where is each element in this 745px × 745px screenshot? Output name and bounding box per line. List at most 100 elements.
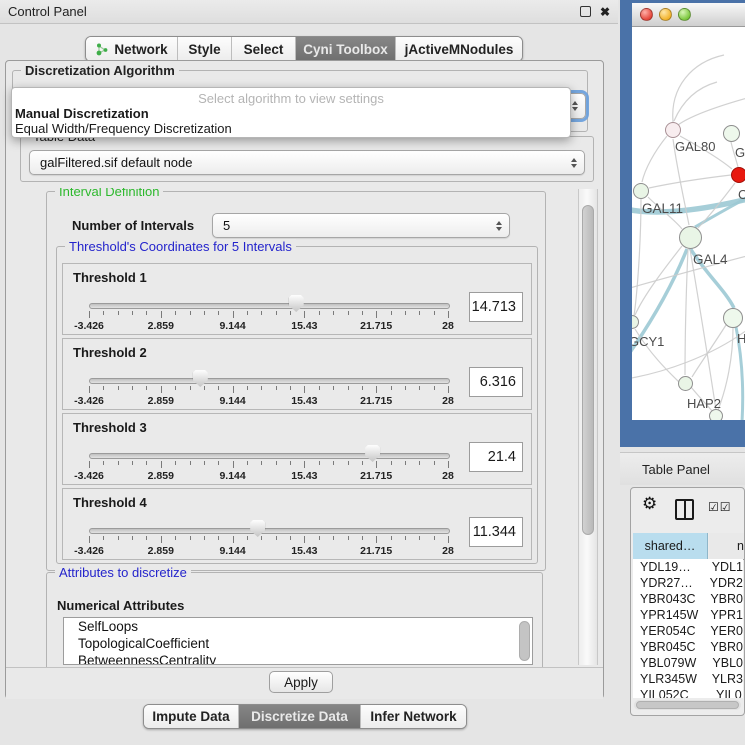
table-hscrollbar[interactable]: [634, 700, 741, 710]
cell-name: YPR1: [702, 607, 743, 623]
threshold-value-field[interactable]: 6.316: [469, 367, 523, 397]
settings-scrollbar[interactable]: [578, 189, 598, 665]
network-node[interactable]: [679, 226, 702, 249]
table-row[interactable]: YDL19…YDL1: [633, 559, 743, 575]
slider-tick-label: 21.715: [360, 395, 392, 407]
tab-jactivemnodules[interactable]: jActiveMNodules: [396, 37, 522, 61]
tab-style[interactable]: Style: [178, 37, 232, 61]
attribute-list-item[interactable]: TopologicalCoefficient: [64, 635, 532, 652]
slider-tick: [391, 311, 392, 315]
tab-impute-data[interactable]: Impute Data: [144, 705, 239, 728]
tab-infer-network[interactable]: Infer Network: [361, 705, 466, 728]
threshold-label: Threshold 3: [73, 420, 147, 435]
combo-arrows-icon: [496, 221, 502, 231]
threshold-slider-track[interactable]: [89, 453, 450, 459]
network-window-titlebar[interactable]: [632, 3, 745, 27]
network-canvas[interactable]: GAL80GACGAL11GAL4HGCY1HAP2: [632, 27, 745, 420]
select-columns-checkboxes-icon[interactable]: ☑☑: [708, 500, 732, 514]
slider-tick-label: 9.144: [219, 470, 245, 482]
slider-tick: [362, 461, 363, 465]
slider-tick: [276, 461, 277, 465]
slider-tick-label: 9.144: [219, 320, 245, 332]
slider-tick: [103, 311, 104, 315]
cell-shared-name: YBR045C: [633, 639, 702, 655]
slider-tick: [103, 386, 104, 390]
node-label: GCY1: [632, 334, 664, 349]
table-hscrollbar-thumb[interactable]: [636, 701, 739, 709]
tab-select[interactable]: Select: [232, 37, 296, 61]
network-node[interactable]: [678, 376, 693, 391]
attribute-list-item[interactable]: SelfLoops: [64, 618, 532, 635]
gear-icon[interactable]: ⚙: [642, 495, 657, 512]
node-label: H: [737, 331, 745, 346]
table-row[interactable]: YBR043CYBR0: [633, 591, 743, 607]
list-scrollbar-thumb[interactable]: [519, 621, 530, 661]
table-row[interactable]: YPR145WYPR1: [633, 607, 743, 623]
slider-tick: [348, 536, 349, 540]
table-row[interactable]: YDR27…YDR2: [633, 575, 743, 591]
threshold-value-field[interactable]: 11.344: [469, 517, 523, 547]
slider-tick-label: 15.43: [291, 545, 317, 557]
threshold-slider-thumb[interactable]: [365, 445, 380, 462]
slider-tick-label: 21.715: [360, 545, 392, 557]
threshold-slider-track[interactable]: [89, 378, 450, 384]
threshold-slider-thumb[interactable]: [193, 370, 208, 387]
slider-tick: [218, 461, 219, 465]
slider-tick: [175, 386, 176, 390]
float-window-icon[interactable]: [580, 6, 591, 17]
table-row[interactable]: YBR045CYBR0: [633, 639, 743, 655]
threshold-value-field[interactable]: 21.4: [469, 442, 523, 472]
network-node[interactable]: [723, 308, 743, 328]
table-row[interactable]: YER054CYER0: [633, 623, 743, 639]
slider-tick: [146, 461, 147, 465]
table-header-row: shared… na: [633, 533, 744, 560]
slider-tick-label: 2.859: [148, 545, 174, 557]
dropdown-option-manual-discretization[interactable]: Manual Discretization: [12, 106, 570, 121]
network-node[interactable]: [665, 122, 681, 138]
table-panel-title: Table Panel: [642, 462, 710, 477]
threshold-slider-thumb[interactable]: [289, 295, 304, 312]
threshold-slider-track[interactable]: [89, 303, 450, 309]
threshold-slider-thumb[interactable]: [250, 520, 265, 537]
number-of-intervals-select[interactable]: 5: [212, 213, 510, 238]
network-node[interactable]: [731, 167, 745, 183]
tab-cyni-toolbox[interactable]: Cyni Toolbox: [296, 37, 396, 61]
settings-scrollbar-thumb[interactable]: [582, 205, 594, 535]
minimize-traffic-light-icon[interactable]: [659, 8, 672, 21]
slider-tick: [405, 386, 406, 390]
zoom-traffic-light-icon[interactable]: [678, 8, 691, 21]
close-traffic-light-icon[interactable]: [640, 8, 653, 21]
slider-tick: [89, 386, 90, 393]
table-row[interactable]: YIL052CYIL0: [633, 687, 743, 698]
slider-tick: [290, 386, 291, 390]
slider-tick: [261, 461, 262, 465]
column-header-shared-name[interactable]: shared…: [633, 533, 708, 559]
table-row[interactable]: YBL079WYBL0: [633, 655, 743, 671]
tab-network[interactable]: Network: [86, 37, 178, 61]
network-node[interactable]: [633, 183, 649, 199]
slider-tick: [204, 536, 205, 540]
network-node[interactable]: [723, 125, 740, 142]
slider-tick: [204, 461, 205, 465]
slider-tick: [146, 386, 147, 390]
column-header-name[interactable]: na: [709, 533, 744, 559]
combo-arrows-icon: [571, 158, 577, 168]
table-row[interactable]: YLR345WYLR3: [633, 671, 743, 687]
close-icon[interactable]: ✖: [600, 6, 610, 18]
dropdown-option-equal-width[interactable]: Equal Width/Frequency Discretization: [12, 121, 570, 136]
table-data-select[interactable]: galFiltered.sif default node: [29, 150, 585, 175]
attribute-list-item[interactable]: BetweennessCentrality: [64, 652, 532, 665]
threshold-value-field[interactable]: 14.713: [469, 292, 523, 322]
slider-tick-label: 2.859: [148, 395, 174, 407]
numerical-attributes-list[interactable]: SelfLoopsTopologicalCoefficientBetweenne…: [63, 617, 533, 665]
threshold-row: Threshold 1-3.4262.8599.14415.4321.71528…: [62, 263, 532, 335]
threshold-slider-track[interactable]: [89, 528, 450, 534]
columns-icon[interactable]: [675, 499, 694, 520]
slider-tick: [290, 311, 291, 315]
slider-tick-label: -3.426: [74, 545, 104, 557]
tab-discretize-data[interactable]: Discretize Data: [239, 705, 361, 728]
top-tab-bar: Network Style Select Cyni Toolbox jActiv…: [85, 36, 523, 62]
slider-tick: [434, 311, 435, 315]
slider-tick: [175, 461, 176, 465]
apply-button[interactable]: Apply: [269, 671, 333, 693]
